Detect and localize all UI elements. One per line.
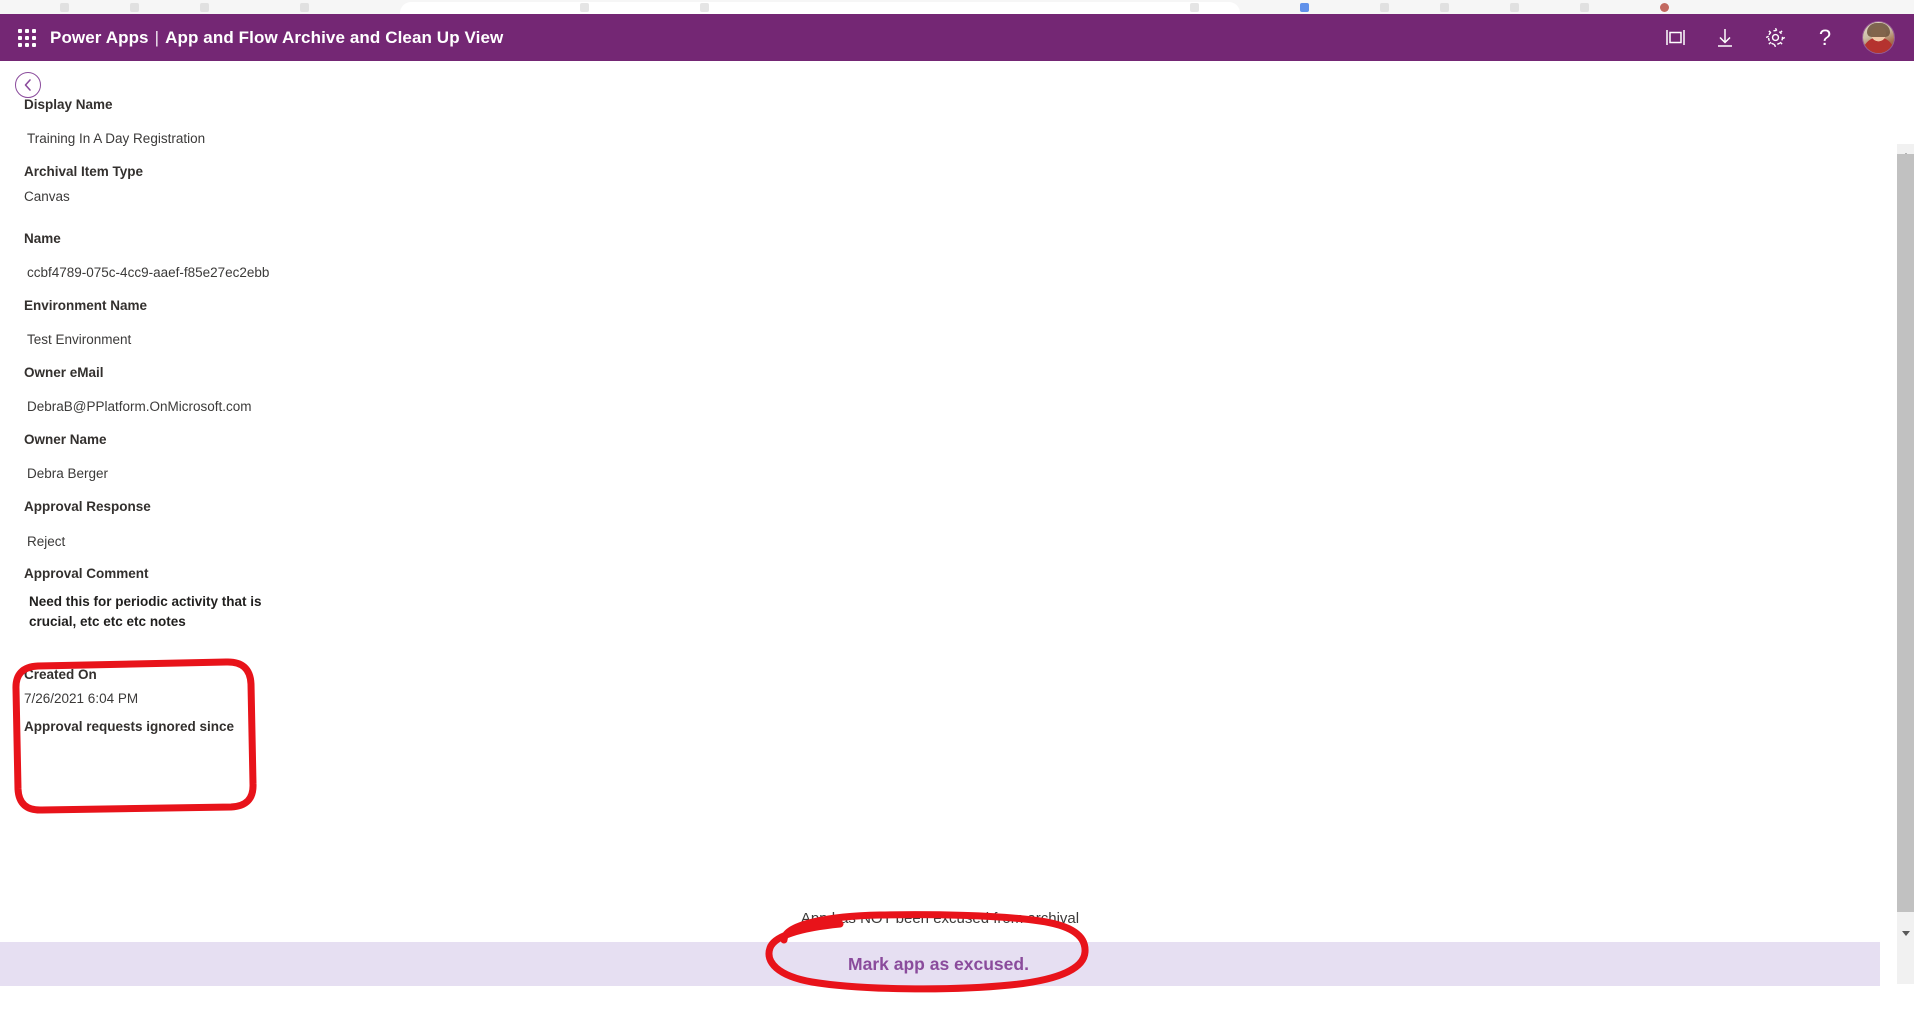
field-label-owner-email: Owner eMail [24, 365, 104, 380]
caret-down-icon [1901, 930, 1910, 936]
field-value-approval-response: Reject [27, 534, 66, 549]
browser-extension-icon-3[interactable] [1440, 3, 1449, 12]
field-value-name: ccbf4789-075c-4cc9-aaef-f85e27ec2ebb [27, 265, 270, 280]
gear-icon[interactable] [1763, 26, 1787, 50]
field-value-created-on: 7/26/2021 6:04 PM [24, 691, 139, 706]
waffle-menu-icon[interactable] [16, 27, 38, 49]
field-value-environment-name: Test Environment [27, 332, 132, 347]
avatar-hair [1867, 23, 1890, 37]
field-value-archival-item-type: Canvas [24, 189, 70, 204]
avatar[interactable] [1863, 22, 1894, 53]
app-header-bar: Power Apps | App and Flow Archive and Clea… [0, 14, 1914, 61]
field-label-environment-name: Environment Name [24, 298, 148, 313]
field-value-owner-email: DebraB@PPlatform.OnMicrosoft.com [27, 399, 252, 414]
field-label-archival-item-type: Archival Item Type [24, 164, 144, 179]
app-name-label: Power Apps [50, 27, 149, 47]
omnibox-text-ghost-2 [700, 3, 709, 12]
field-label-approval-response: Approval Response [24, 499, 151, 514]
browser-reload-icon[interactable] [200, 3, 209, 12]
browser-extension-icon-2[interactable] [1380, 3, 1389, 12]
omnibox-bookmark-icon[interactable] [1190, 3, 1199, 12]
field-label-owner-name: Owner Name [24, 432, 107, 447]
field-value-owner-name: Debra Berger [27, 466, 109, 481]
field-value-approval-comment: Need this for periodic activity that is … [29, 594, 262, 629]
browser-chrome-sliver [0, 0, 1914, 15]
field-label-name: Name [24, 231, 61, 246]
browser-extension-icon-4[interactable] [1510, 3, 1519, 12]
app-canvas: Display Name Training In A Day Registrat… [0, 61, 1914, 1018]
scrollbar-thumb[interactable] [1897, 154, 1914, 912]
browser-back-icon[interactable] [60, 3, 69, 12]
field-value-display-name: Training In A Day Registration [27, 131, 206, 146]
page-title: Power Apps | App and Flow Archive and Clea… [50, 28, 503, 48]
field-label-approval-requests-ignored-since: Approval requests ignored since [24, 719, 235, 734]
browser-profile-avatar[interactable] [1660, 3, 1669, 12]
scrollbar-down-arrow[interactable] [1897, 922, 1914, 944]
browser-extension-icon-1[interactable] [1300, 3, 1309, 12]
browser-extension-icon-5[interactable] [1580, 3, 1589, 12]
browser-home-icon[interactable] [300, 3, 309, 12]
field-label-approval-comment: Approval Comment [24, 566, 149, 581]
page-scrollbar[interactable] [1897, 122, 1914, 1018]
help-icon-glyph: ? [1818, 24, 1832, 50]
browser-forward-icon[interactable] [130, 3, 139, 12]
download-icon[interactable] [1713, 26, 1737, 50]
header-actions: ? [1663, 22, 1900, 53]
field-label-created-on: Created On [24, 667, 97, 682]
chevron-left-icon [24, 79, 31, 91]
view-title-label: App and Flow Archive and Clean Up View [165, 27, 504, 47]
fit-to-screen-icon[interactable] [1663, 26, 1687, 50]
field-label-display-name: Display Name [24, 97, 113, 112]
title-separator: | [154, 27, 160, 47]
omnibox-text-ghost [580, 3, 589, 12]
help-icon[interactable]: ? [1813, 26, 1837, 50]
back-button[interactable] [15, 72, 41, 98]
mark-app-as-excused-button[interactable]: Mark app as excused. [826, 942, 1051, 986]
archival-status-text: App has NOT been excused from archival [800, 910, 1080, 927]
